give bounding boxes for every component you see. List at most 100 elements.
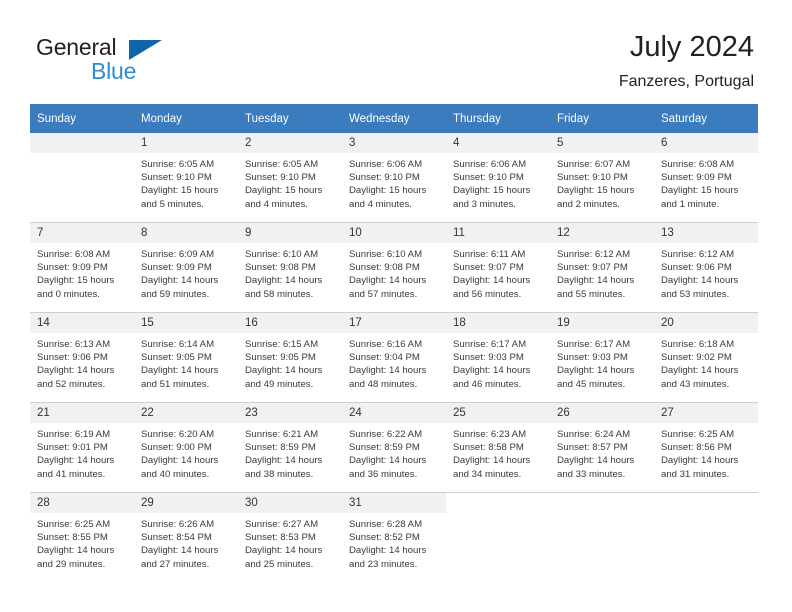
calendar-day-cell[interactable]: 12 Sunrise: 6:12 AM Sunset: 9:07 PM Dayligh…: [550, 222, 654, 313]
sun-info-line: Daylight: 14 hours: [141, 275, 219, 287]
day-cell-inner: 12 Sunrise: 6:12 AM Sunset: 9:07 PM Dayligh…: [550, 223, 654, 312]
calendar-day-cell[interactable]: 25 Sunrise: 6:23 AM Sunset: 8:58 PM Dayligh…: [446, 402, 550, 493]
sun-info-line: Daylight: 14 hours: [141, 545, 219, 557]
calendar-week-row: 14 Sunrise: 6:13 AM Sunset: 9:06 PM Dayligh…: [30, 312, 758, 403]
calendar-day-cell[interactable]: 10 Sunrise: 6:10 AM Sunset: 9:08 PM Dayligh…: [342, 222, 446, 313]
calendar-day-cell[interactable]: 15 Sunrise: 6:14 AM Sunset: 9:05 PM Dayligh…: [134, 312, 238, 403]
day-cell-inner: 27 Sunrise: 6:25 AM Sunset: 8:56 PM Dayligh…: [654, 403, 758, 492]
calendar-empty-cell: [30, 133, 134, 223]
calendar-day-cell[interactable]: 24 Sunrise: 6:22 AM Sunset: 8:59 PM Dayligh…: [342, 402, 446, 493]
sun-info-line: and 56 minutes.: [453, 288, 522, 300]
calendar-grid: Sunday Monday Tuesday Wednesday Thursday Frid…: [30, 104, 758, 582]
day-cell-inner: 9 Sunrise: 6:10 AM Sunset: 9:08 PM Daylight…: [238, 223, 342, 312]
sun-info: Sunrise: 6:23 AM Sunset: 8:58 PM Daylight:…: [446, 423, 550, 481]
calendar-day-cell[interactable]: 18 Sunrise: 6:17 AM Sunset: 9:03 PM Dayligh…: [446, 312, 550, 403]
calendar-day-cell[interactable]: 2 Sunrise: 6:05 AM Sunset: 9:10 PM Daylight…: [238, 133, 342, 223]
sun-info-line: Sunset: 9:07 PM: [453, 262, 524, 274]
sun-info: Sunrise: 6:27 AM Sunset: 8:53 PM Daylight:…: [238, 513, 342, 571]
sun-info-line: and 41 minutes.: [37, 468, 106, 480]
day-number: 5: [550, 133, 654, 153]
sun-info-line: Daylight: 14 hours: [245, 455, 323, 467]
calendar-day-cell[interactable]: 30 Sunrise: 6:27 AM Sunset: 8:53 PM Dayligh…: [238, 492, 342, 582]
sun-info-line: Sunrise: 6:11 AM: [453, 249, 526, 260]
calendar-day-cell[interactable]: 4 Sunrise: 6:06 AM Sunset: 9:10 PM Daylight…: [446, 133, 550, 223]
weekday-header-row: Sunday Monday Tuesday Wednesday Thursday Frid…: [30, 104, 758, 133]
calendar-day-cell[interactable]: 23 Sunrise: 6:21 AM Sunset: 8:59 PM Dayligh…: [238, 402, 342, 493]
brand-name-general: General: [36, 34, 117, 60]
sun-info-line: Sunrise: 6:22 AM: [349, 429, 423, 440]
sun-info: Sunrise: 6:18 AM Sunset: 9:02 PM Daylight:…: [654, 333, 758, 391]
calendar-day-cell[interactable]: 19 Sunrise: 6:17 AM Sunset: 9:03 PM Dayligh…: [550, 312, 654, 403]
calendar-week-row: 21 Sunrise: 6:19 AM Sunset: 9:01 PM Dayligh…: [30, 402, 758, 493]
calendar-day-cell[interactable]: 16 Sunrise: 6:15 AM Sunset: 9:05 PM Dayligh…: [238, 312, 342, 403]
day-number: 10: [342, 223, 446, 243]
calendar-day-cell[interactable]: 17 Sunrise: 6:16 AM Sunset: 9:04 PM Dayligh…: [342, 312, 446, 403]
day-cell-inner: 5 Sunrise: 6:07 AM Sunset: 9:10 PM Daylight…: [550, 133, 654, 222]
calendar-day-cell[interactable]: 13 Sunrise: 6:12 AM Sunset: 9:06 PM Dayligh…: [654, 222, 758, 313]
sun-info: Sunrise: 6:15 AM Sunset: 9:05 PM Daylight:…: [238, 333, 342, 391]
day-cell-inner: 1 Sunrise: 6:05 AM Sunset: 9:10 PM Daylight…: [134, 133, 238, 222]
day-cell-inner: 15 Sunrise: 6:14 AM Sunset: 9:05 PM Dayligh…: [134, 313, 238, 402]
sun-info-line: and 4 minutes.: [245, 198, 308, 210]
sun-info-line: Sunrise: 6:20 AM: [141, 429, 215, 440]
calendar-day-cell[interactable]: 8 Sunrise: 6:09 AM Sunset: 9:09 PM Daylight…: [134, 222, 238, 313]
calendar-day-cell[interactable]: 6 Sunrise: 6:08 AM Sunset: 9:09 PM Daylight…: [654, 133, 758, 223]
day-number: 7: [30, 223, 134, 243]
calendar-day-cell[interactable]: 14 Sunrise: 6:13 AM Sunset: 9:06 PM Dayligh…: [30, 312, 134, 403]
sun-info: Sunrise: 6:08 AM Sunset: 9:09 PM Daylight:…: [30, 243, 134, 301]
calendar-empty-cell: [550, 492, 654, 582]
sun-info-line: Daylight: 14 hours: [37, 365, 115, 377]
weekday-header-monday: Monday: [134, 104, 238, 133]
day-number: 25: [446, 403, 550, 423]
sun-info-line: Sunrise: 6:28 AM: [349, 519, 423, 530]
sun-info: Sunrise: 6:08 AM Sunset: 9:09 PM Daylight:…: [654, 153, 758, 211]
sun-info-line: Sunset: 9:01 PM: [37, 442, 108, 454]
day-cell-inner: 2 Sunrise: 6:05 AM Sunset: 9:10 PM Daylight…: [238, 133, 342, 222]
calendar-day-cell[interactable]: 7 Sunrise: 6:08 AM Sunset: 9:09 PM Daylight…: [30, 222, 134, 313]
calendar-day-cell[interactable]: 27 Sunrise: 6:25 AM Sunset: 8:56 PM Dayligh…: [654, 402, 758, 493]
calendar-day-cell[interactable]: 11 Sunrise: 6:11 AM Sunset: 9:07 PM Dayligh…: [446, 222, 550, 313]
day-number: 20: [654, 313, 758, 333]
calendar-day-cell[interactable]: 31 Sunrise: 6:28 AM Sunset: 8:52 PM Dayligh…: [342, 492, 446, 582]
sun-info-line: and 25 minutes.: [245, 558, 314, 570]
sun-info-line: and 51 minutes.: [141, 378, 210, 390]
sun-info-line: and 57 minutes.: [349, 288, 418, 300]
calendar-day-cell[interactable]: 3 Sunrise: 6:06 AM Sunset: 9:10 PM Daylight…: [342, 133, 446, 223]
sun-info-line: Sunset: 9:03 PM: [557, 352, 628, 364]
sun-info-line: and 29 minutes.: [37, 558, 106, 570]
day-cell-inner: 4 Sunrise: 6:06 AM Sunset: 9:10 PM Daylight…: [446, 133, 550, 222]
sun-info-line: Sunset: 9:10 PM: [453, 172, 524, 184]
sun-info: Sunrise: 6:19 AM Sunset: 9:01 PM Daylight:…: [30, 423, 134, 481]
day-number: 19: [550, 313, 654, 333]
calendar-day-cell[interactable]: 29 Sunrise: 6:26 AM Sunset: 8:54 PM Dayligh…: [134, 492, 238, 582]
sun-info-line: and 48 minutes.: [349, 378, 418, 390]
sun-info-line: and 4 minutes.: [349, 198, 412, 210]
sun-info-line: Daylight: 14 hours: [37, 545, 115, 557]
day-cell-inner: 29 Sunrise: 6:26 AM Sunset: 8:54 PM Dayligh…: [134, 493, 238, 582]
sun-info: [550, 513, 654, 518]
day-number: 22: [134, 403, 238, 423]
day-cell-inner: [654, 493, 758, 582]
day-number: [550, 493, 654, 513]
calendar-day-cell[interactable]: 1 Sunrise: 6:05 AM Sunset: 9:10 PM Daylight…: [134, 133, 238, 223]
sun-info-line: and 2 minutes.: [557, 198, 620, 210]
day-cell-inner: 22 Sunrise: 6:20 AM Sunset: 9:00 PM Dayligh…: [134, 403, 238, 492]
sun-info-line: Sunrise: 6:17 AM: [453, 339, 527, 350]
calendar-week-row: 1 Sunrise: 6:05 AM Sunset: 9:10 PM Daylight…: [30, 133, 758, 223]
calendar-day-cell[interactable]: 5 Sunrise: 6:07 AM Sunset: 9:10 PM Daylight…: [550, 133, 654, 223]
sun-info-line: Daylight: 14 hours: [557, 365, 635, 377]
calendar-day-cell[interactable]: 22 Sunrise: 6:20 AM Sunset: 9:00 PM Dayligh…: [134, 402, 238, 493]
day-number: 13: [654, 223, 758, 243]
sun-info-line: Sunset: 8:56 PM: [661, 442, 732, 454]
sun-info: Sunrise: 6:10 AM Sunset: 9:08 PM Daylight:…: [238, 243, 342, 301]
day-cell-inner: 26 Sunrise: 6:24 AM Sunset: 8:57 PM Dayligh…: [550, 403, 654, 492]
calendar-day-cell[interactable]: 20 Sunrise: 6:18 AM Sunset: 9:02 PM Dayligh…: [654, 312, 758, 403]
sun-info-line: Sunset: 9:02 PM: [661, 352, 732, 364]
sun-info: Sunrise: 6:13 AM Sunset: 9:06 PM Daylight:…: [30, 333, 134, 391]
calendar-day-cell[interactable]: 26 Sunrise: 6:24 AM Sunset: 8:57 PM Dayligh…: [550, 402, 654, 493]
sun-info: Sunrise: 6:09 AM Sunset: 9:09 PM Daylight:…: [134, 243, 238, 301]
calendar-day-cell[interactable]: 9 Sunrise: 6:10 AM Sunset: 9:08 PM Daylight…: [238, 222, 342, 313]
calendar-day-cell[interactable]: 21 Sunrise: 6:19 AM Sunset: 9:01 PM Dayligh…: [30, 402, 134, 493]
calendar-page: General Blue July 2024 Fanzeres, Portuga…: [0, 0, 792, 612]
calendar-day-cell[interactable]: 28 Sunrise: 6:25 AM Sunset: 8:55 PM Dayligh…: [30, 492, 134, 582]
